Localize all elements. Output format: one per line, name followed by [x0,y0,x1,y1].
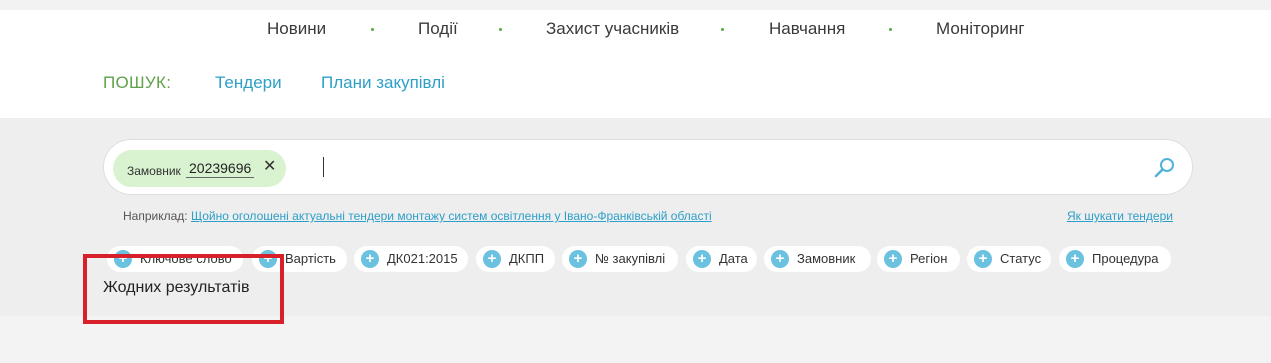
filter-label: Статус [1000,251,1042,266]
nav-separator [499,28,502,31]
filter-chip-customer[interactable]: Замовник 20239696 ✕ [113,150,286,187]
nav-separator [371,28,374,31]
plus-icon: + [771,250,789,268]
top-strip [0,0,1271,10]
plus-icon: + [483,250,501,268]
example-prefix: Наприклад: [123,209,188,223]
plus-icon: + [569,250,587,268]
plus-icon: + [1066,250,1084,268]
search-icon[interactable] [1153,156,1177,180]
nav-item-events[interactable]: Події [418,18,458,40]
close-icon[interactable]: ✕ [263,158,276,176]
filter-status[interactable]: + Статус [967,246,1051,272]
filter-label: Дата [719,251,748,266]
highlight-box [83,254,284,324]
filter-customer[interactable]: + Замовник [764,246,871,272]
filter-label: Вартість [285,251,336,266]
search-label: ПОШУК: [103,73,172,92]
plus-icon: + [974,250,992,268]
filter-procurement-number[interactable]: + № закупівлі [562,246,678,272]
nav-item-monitoring[interactable]: Моніторинг [936,18,1025,40]
filter-region[interactable]: + Регіон [877,246,960,272]
nav-item-participant-protection[interactable]: Захист учасників [546,18,679,40]
search-example: Наприклад: Щойно оголошені актуальні тен… [123,209,712,223]
how-to-search-link[interactable]: Як шукати тендери [1067,209,1173,223]
search-box[interactable]: Замовник 20239696 ✕ [103,139,1193,195]
filter-dk021[interactable]: + ДК021:2015 [354,246,468,272]
filter-label: Регіон [910,251,948,266]
chip-value[interactable]: 20239696 [186,160,255,178]
filter-label: № закупівлі [595,251,666,266]
main-nav: Новини Події Захист учасників Навчання М… [0,18,1271,40]
filter-label: Замовник [797,251,856,266]
nav-separator [721,28,724,31]
filter-label: Процедура [1092,251,1159,266]
filter-date[interactable]: + Дата [686,246,757,272]
tab-procurement-plans[interactable]: Плани закупівлі [321,72,445,94]
tab-tenders[interactable]: Тендери [215,72,282,94]
search-input[interactable] [323,157,324,177]
nav-item-learning[interactable]: Навчання [769,18,845,40]
filter-label: ДК021:2015 [387,251,458,266]
plus-icon: + [693,250,711,268]
nav-separator [889,28,892,31]
chip-key: Замовник [127,164,181,178]
filter-dkpp[interactable]: + ДКПП [476,246,555,272]
example-link[interactable]: Щойно оголошені актуальні тендери монтаж… [191,209,712,223]
nav-item-news[interactable]: Новини [267,18,326,40]
plus-icon: + [361,250,379,268]
filter-label: ДКПП [509,251,545,266]
plus-icon: + [884,250,902,268]
filter-procedure[interactable]: + Процедура [1059,246,1171,272]
